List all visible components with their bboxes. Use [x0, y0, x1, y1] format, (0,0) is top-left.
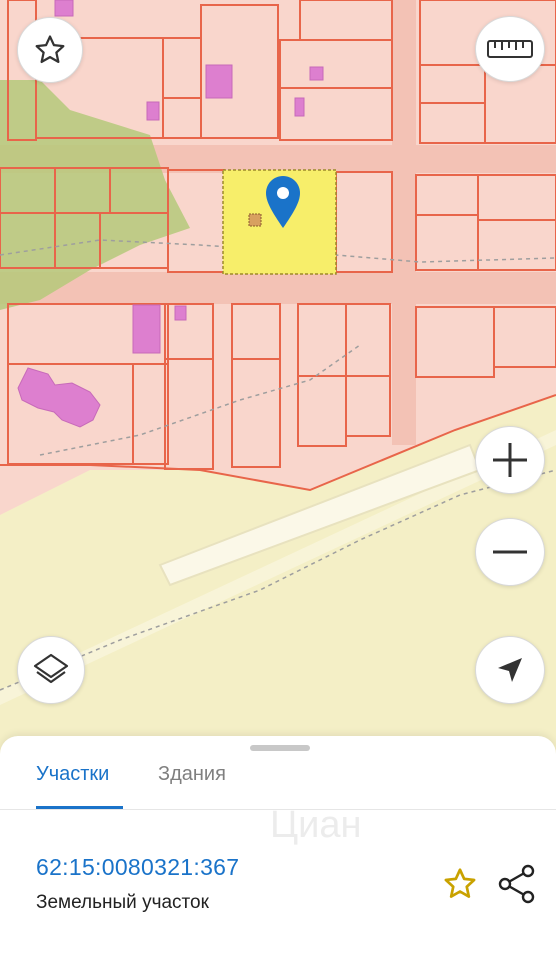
star-outline-icon: [444, 868, 476, 898]
road-horizontal-2: [0, 272, 556, 304]
layers-button[interactable]: [17, 636, 85, 704]
star-outline-icon: [35, 35, 65, 64]
zoom-out-button[interactable]: [475, 518, 545, 586]
minus-icon: [493, 550, 527, 554]
navigation-arrow-icon: [498, 658, 522, 682]
zoom-in-button[interactable]: [475, 426, 545, 494]
favorite-map-button[interactable]: [17, 17, 83, 83]
watermark-logo: Циан: [270, 804, 362, 846]
parcel-type-label: Земельный участок: [36, 892, 209, 913]
tab-parcels[interactable]: Участки: [36, 762, 109, 786]
add-to-favorites-button[interactable]: [442, 866, 478, 907]
cadastral-number[interactable]: 62:15:0080321:367: [36, 854, 239, 881]
locate-me-button[interactable]: [475, 636, 545, 704]
ruler-icon: [487, 40, 533, 58]
selected-plot-building: [248, 213, 262, 227]
parcel-bottom-sheet[interactable]: Участки Здания Циан 62:15:0080321:367 Зе…: [0, 736, 556, 960]
road-vertical-1: [392, 0, 416, 445]
plus-icon: [493, 443, 527, 477]
tab-buildings[interactable]: Здания: [158, 762, 226, 786]
sheet-drag-handle[interactable]: [250, 745, 310, 751]
ruler-button[interactable]: [475, 16, 545, 82]
layers-icon: [33, 653, 69, 684]
share-icon: [498, 864, 535, 904]
share-button[interactable]: [498, 864, 536, 909]
